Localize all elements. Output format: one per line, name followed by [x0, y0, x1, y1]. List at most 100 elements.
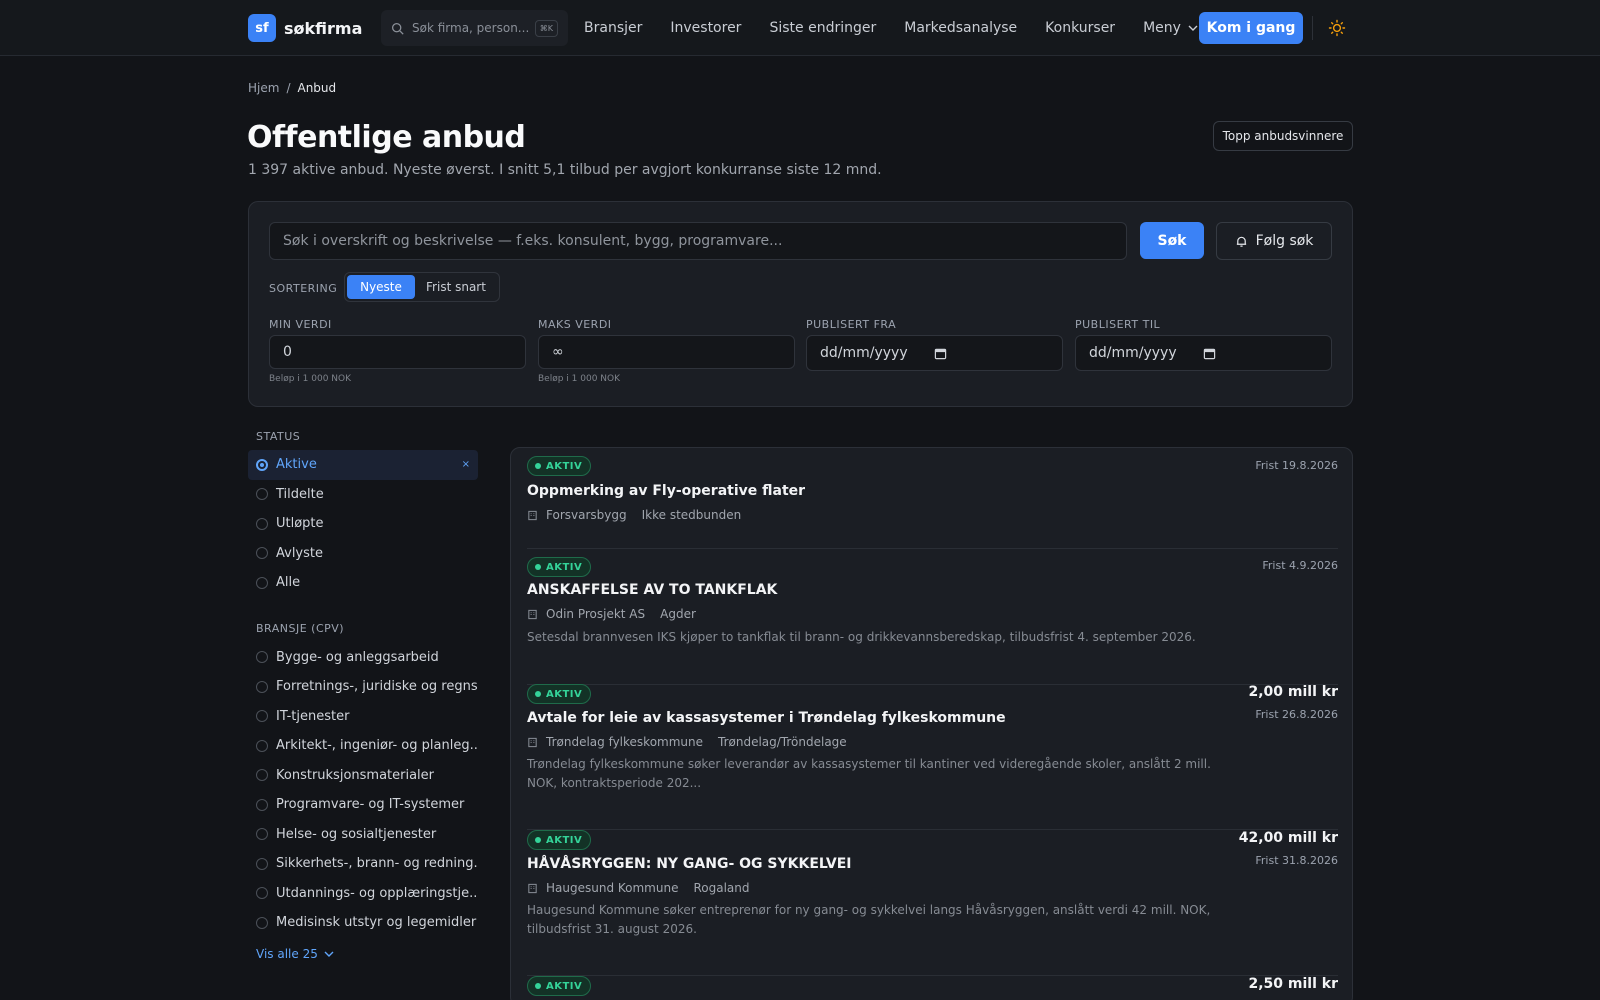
- show-all-label: Vis alle 25: [256, 946, 318, 961]
- status-dot-icon: [535, 564, 541, 570]
- tender-region: Rogaland: [693, 881, 750, 895]
- status-option-aktive[interactable]: Aktive ×: [248, 450, 478, 480]
- industry-option[interactable]: Konstruksjonsmaterialer: [248, 761, 478, 791]
- industry-option[interactable]: Utdannings- og opplæringstje...: [248, 879, 478, 909]
- status-badge-label: AKTIV: [546, 561, 583, 573]
- nav-meny-label: Meny: [1143, 20, 1181, 36]
- status-option-avlyste[interactable]: Avlyste: [248, 539, 478, 569]
- tender-card[interactable]: AKTIV 42,00 mill kr Frist 31.8.2026 HÅVÅ…: [527, 830, 1338, 976]
- sort-option-nyeste[interactable]: Nyeste: [347, 275, 415, 299]
- status-option-tildelte[interactable]: Tildelte: [248, 480, 478, 510]
- published-from-value: dd/mm/yyyy: [820, 345, 908, 361]
- page-subtitle: 1 397 aktive anbud. Nyeste øverst. I sni…: [248, 162, 882, 178]
- max-value-input[interactable]: ∞: [538, 335, 795, 369]
- tender-title[interactable]: HÅVÅSRYGGEN: NY GANG- OG SYKKELVEI: [527, 856, 852, 872]
- status-filter-title: STATUS: [256, 430, 301, 443]
- tender-deadline: Frist 26.8.2026: [1255, 708, 1338, 721]
- nav-siste-endringer[interactable]: Siste endringer: [769, 20, 876, 36]
- tender-deadline: Frist 19.8.2026: [1255, 459, 1338, 472]
- industry-option[interactable]: Sikkerhets-, brann- og redning...: [248, 849, 478, 879]
- industry-option[interactable]: Forretnings-, juridiske og regns...: [248, 672, 478, 702]
- tender-region: Trøndelag/Tröndelage: [718, 735, 847, 749]
- status-option-alle[interactable]: Alle: [248, 568, 478, 598]
- radio-icon: [256, 769, 268, 782]
- industry-option[interactable]: IT-tjenester: [248, 702, 478, 732]
- published-to-input[interactable]: dd/mm/yyyy: [1075, 335, 1332, 371]
- status-dot-icon: [535, 691, 541, 697]
- status-badge: AKTIV: [527, 976, 592, 996]
- radio-icon: [256, 710, 268, 723]
- tender-card[interactable]: AKTIV 2,00 mill kr Frist 26.8.2026 Avtal…: [527, 684, 1338, 830]
- sun-icon[interactable]: [1328, 19, 1346, 37]
- sort-label: SORTERING: [269, 282, 338, 295]
- tender-card[interactable]: AKTIV Frist 4.9.2026 ANSKAFFELSE AV TO T…: [527, 557, 1338, 685]
- calendar-icon: [1203, 348, 1215, 359]
- tender-buyer[interactable]: Haugesund Kommune: [546, 881, 678, 895]
- filter-panel: Søk i overskrift og beskrivelse — f.eks.…: [248, 201, 1353, 407]
- tender-search-input[interactable]: Søk i overskrift og beskrivelse — f.eks.…: [269, 222, 1127, 260]
- top-tender-winners-button[interactable]: Topp anbudsvinnere: [1213, 121, 1353, 151]
- industry-option[interactable]: Programvare- og IT-systemer: [248, 790, 478, 820]
- published-from-input[interactable]: dd/mm/yyyy: [806, 335, 1063, 371]
- radio-icon: [256, 547, 268, 560]
- radio-icon: [256, 828, 268, 841]
- tender-buyer[interactable]: Odin Prosjekt AS: [546, 607, 645, 621]
- show-all-industries-link[interactable]: Vis alle 25: [256, 947, 478, 961]
- tender-description: Trøndelag fylkeskommune søker leverandør…: [527, 757, 1211, 790]
- tender-region: Ikke stedbunden: [641, 508, 742, 522]
- tender-card[interactable]: AKTIV 2,50 mill kr: [527, 976, 1338, 1000]
- min-value-input[interactable]: 0: [269, 335, 526, 369]
- tender-buyer[interactable]: Trøndelag fylkeskommune: [546, 735, 703, 749]
- chevron-down-icon: [324, 951, 334, 957]
- filter-sidebar: STATUS Aktive × Tildelte Utløpte Avlyste…: [248, 430, 478, 961]
- industry-option[interactable]: Bygge- og anleggsarbeid: [248, 643, 478, 673]
- tender-meta: Odin Prosjekt AS Agder: [527, 607, 696, 621]
- get-started-button[interactable]: Kom i gang: [1199, 12, 1303, 44]
- tender-buyer[interactable]: Forsvarsbygg: [546, 508, 627, 522]
- bell-icon: [1236, 236, 1246, 247]
- status-badge: AKTIV: [527, 684, 592, 704]
- search-button[interactable]: Søk: [1140, 222, 1204, 259]
- tender-region: Agder: [660, 607, 696, 621]
- status-badge: AKTIV: [527, 557, 592, 577]
- clear-filter-icon[interactable]: ×: [462, 459, 470, 470]
- keyboard-shortcut-badge: ⌘K: [534, 19, 558, 37]
- logo-mark: sf: [248, 14, 276, 42]
- tender-deadline: Frist 4.9.2026: [1262, 559, 1338, 572]
- status-option-label: Avlyste: [276, 545, 323, 561]
- industry-option[interactable]: Medisinsk utstyr og legemidler: [248, 908, 478, 938]
- status-badge-label: AKTIV: [546, 980, 583, 992]
- breadcrumb-home[interactable]: Hjem: [248, 81, 279, 95]
- radio-icon: [256, 576, 268, 589]
- breadcrumb: Hjem / Anbud: [248, 81, 336, 95]
- industry-option[interactable]: Arkitekt-, ingeniør- og planleg...: [248, 731, 478, 761]
- tender-deadline: Frist 31.8.2026: [1255, 854, 1338, 867]
- industry-option-label: IT-tjenester: [276, 708, 350, 724]
- tender-title[interactable]: Avtale for leie av kassasystemer i Trønd…: [527, 710, 1006, 726]
- logo[interactable]: sf søkfirma: [248, 14, 362, 42]
- building-icon: [528, 609, 537, 619]
- status-option-utlopte[interactable]: Utløpte: [248, 509, 478, 539]
- published-from-label: PUBLISERT FRA: [806, 318, 897, 331]
- global-search-input[interactable]: Søk firma, person... ⌘K: [381, 10, 568, 46]
- status-badge: AKTIV: [527, 456, 592, 476]
- nav-investorer[interactable]: Investorer: [670, 20, 741, 36]
- tender-title[interactable]: ANSKAFFELSE AV TO TANKFLAK: [527, 582, 777, 598]
- tender-title[interactable]: Oppmerking av Fly-operative flater: [527, 483, 805, 499]
- sort-option-frist-snart[interactable]: Frist snart: [415, 280, 497, 294]
- nav-konkurser[interactable]: Konkurser: [1045, 20, 1115, 36]
- status-badge-label: AKTIV: [546, 688, 583, 700]
- status-option-label: Aktive: [276, 457, 317, 473]
- tender-amount: 42,00 mill kr: [1238, 830, 1338, 846]
- industry-option[interactable]: Helse- og sosialtjenester: [248, 820, 478, 850]
- industry-option-label: Programvare- og IT-systemer: [276, 797, 465, 813]
- radio-icon: [256, 651, 268, 664]
- max-value-label: MAKS VERDI: [538, 318, 612, 331]
- nav-bransjer[interactable]: Bransjer: [584, 20, 642, 36]
- nav-meny[interactable]: Meny: [1143, 20, 1199, 36]
- nav-markedsanalyse[interactable]: Markedsanalyse: [904, 20, 1017, 36]
- chevron-down-icon: [1188, 25, 1198, 31]
- tender-card[interactable]: AKTIV Frist 19.8.2026 Oppmerking av Fly-…: [527, 456, 1338, 549]
- follow-search-button[interactable]: Følg søk: [1216, 222, 1332, 260]
- industry-filter-title: BRANSJE (CPV): [256, 621, 345, 635]
